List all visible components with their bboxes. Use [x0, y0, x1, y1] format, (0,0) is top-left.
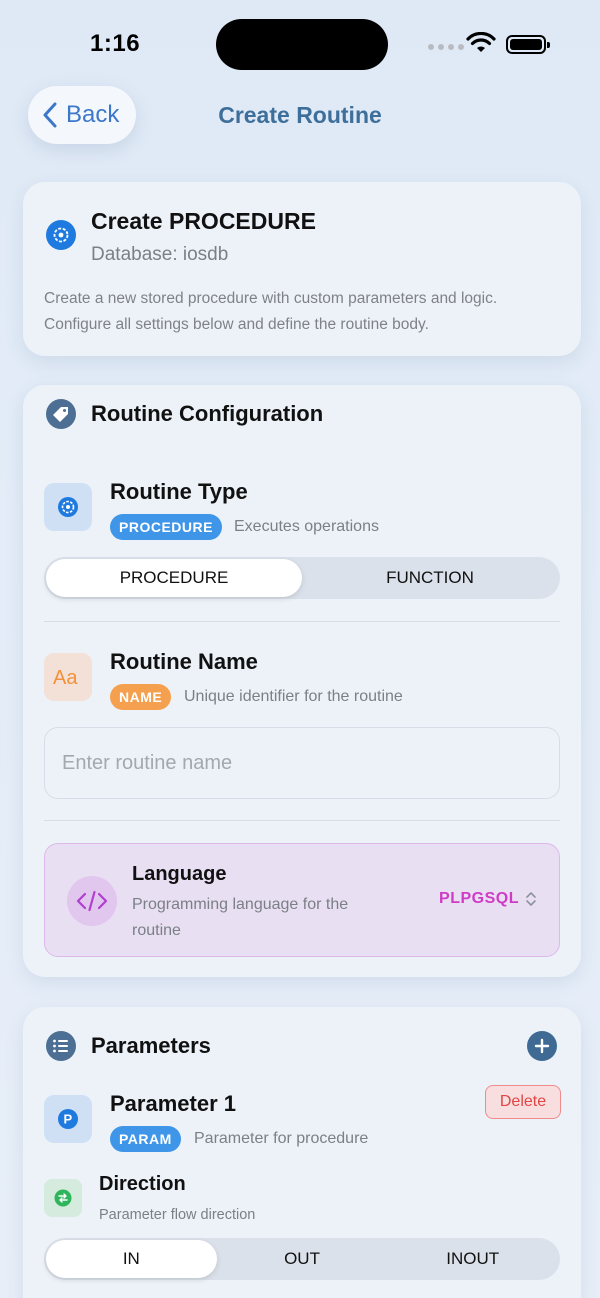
- arrows-swap-icon: [54, 1189, 72, 1207]
- gear-icon: [58, 497, 78, 517]
- routine-name-badge: NAME: [110, 684, 172, 710]
- segment-function[interactable]: FUNCTION: [302, 559, 558, 597]
- chevron-up-down-icon: [526, 892, 536, 906]
- direction-segmented-control[interactable]: IN OUT INOUT: [44, 1238, 560, 1280]
- segment-out[interactable]: OUT: [217, 1240, 388, 1278]
- segment-inout[interactable]: INOUT: [387, 1240, 558, 1278]
- header-card: Create PROCEDURE Database: iosdb Create …: [23, 182, 581, 356]
- dynamic-island: [216, 19, 388, 70]
- routine-type-hint: Executes operations: [234, 518, 379, 535]
- segment-in[interactable]: IN: [46, 1240, 217, 1278]
- divider: [44, 621, 560, 622]
- wifi-icon: [466, 32, 496, 52]
- code-icon: [67, 876, 117, 926]
- language-value: PLPGSQL: [439, 890, 519, 907]
- routine-type-badge: PROCEDURE: [110, 514, 222, 540]
- parameter-badge: PARAM: [110, 1126, 181, 1152]
- parameter-icon-tile: P: [44, 1095, 92, 1143]
- routine-name-input[interactable]: [44, 727, 560, 799]
- routine-name-icon-tile: Aa: [44, 653, 92, 701]
- parameter-hint: Parameter for procedure: [194, 1130, 369, 1147]
- battery-icon: [506, 35, 550, 54]
- routine-type-icon-tile: [44, 483, 92, 531]
- status-time: 1:16: [90, 30, 141, 57]
- delete-parameter-button[interactable]: Delete: [485, 1085, 561, 1119]
- svg-text:Aa: Aa: [53, 667, 78, 689]
- routine-type-title: Routine Type: [110, 479, 248, 504]
- tag-icon: [46, 399, 76, 429]
- direction-icon-tile: [44, 1179, 82, 1217]
- segment-procedure[interactable]: PROCEDURE: [46, 559, 302, 597]
- header-description: Create a new stored procedure with custo…: [44, 290, 498, 333]
- section-title-config: Routine Configuration: [91, 401, 324, 426]
- parameters-card: Parameters P Parameter 1 Delete PARAM Pa…: [23, 1007, 581, 1298]
- plus-circle-icon[interactable]: [527, 1031, 557, 1061]
- parameter-title: Parameter 1: [110, 1091, 236, 1116]
- header-title: Create PROCEDURE: [91, 208, 316, 234]
- language-picker-row[interactable]: Language Programming language for the ro…: [44, 843, 560, 957]
- status-bar: 1:16: [0, 0, 600, 90]
- direction-hint: Parameter flow direction: [99, 1207, 256, 1223]
- signal-icon: [428, 44, 464, 50]
- text-format-icon: Aa: [53, 667, 78, 689]
- routine-name-title: Routine Name: [110, 649, 258, 674]
- direction-title: Direction: [99, 1173, 186, 1195]
- divider: [44, 820, 560, 821]
- svg-text:P: P: [64, 1112, 73, 1127]
- list-icon: [46, 1031, 76, 1061]
- database-label: Database: iosdb: [91, 244, 229, 265]
- p-circle-icon: P: [58, 1109, 78, 1129]
- routine-type-segmented-control[interactable]: PROCEDURE FUNCTION: [44, 557, 560, 599]
- routine-name-hint: Unique identifier for the routine: [184, 688, 403, 705]
- language-title: Language: [132, 863, 227, 885]
- section-title-parameters: Parameters: [91, 1033, 211, 1058]
- routine-configuration-card: Routine Configuration Routine Type PROCE…: [23, 385, 581, 977]
- gear-icon: [46, 220, 76, 250]
- page-title: Create Routine: [218, 102, 382, 128]
- language-select[interactable]: PLPGSQL: [439, 890, 537, 908]
- language-description: Programming language for the routine: [132, 896, 349, 939]
